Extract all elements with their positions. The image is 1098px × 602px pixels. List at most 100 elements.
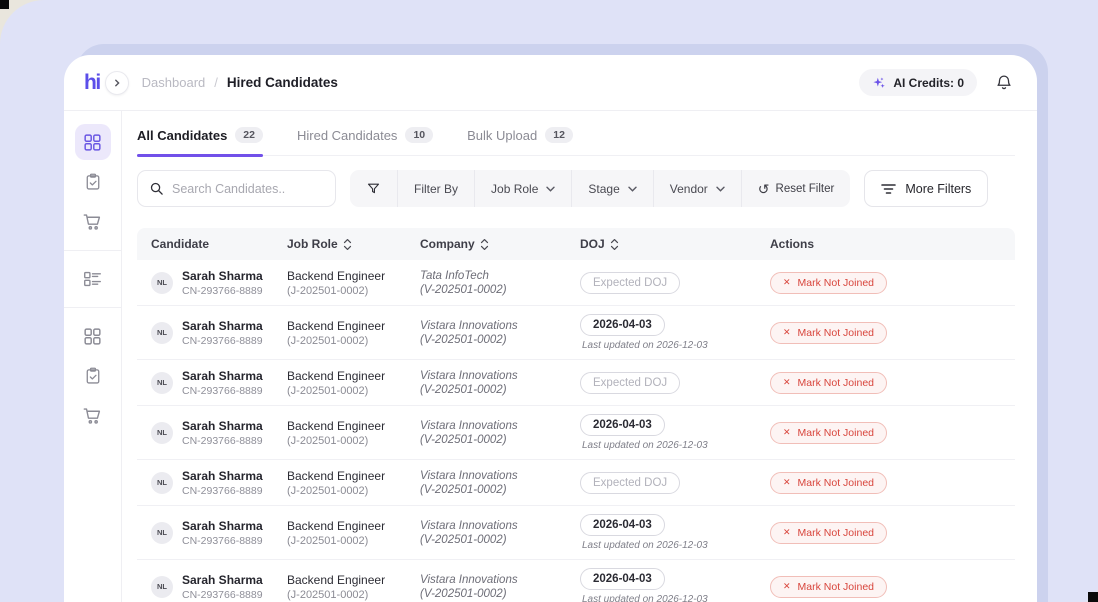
company-code: (V-202501-0002)	[420, 334, 580, 346]
tab-label: Hired Candidates	[297, 128, 397, 143]
avatar: NL	[151, 576, 173, 598]
vendor-dropdown[interactable]: Vendor	[654, 170, 742, 207]
filter-by-label: Filter By	[398, 170, 475, 207]
x-icon: ✕	[783, 428, 791, 437]
company-cell: Vistara Innovations (V-202501-0002)	[420, 370, 580, 396]
sidebar-item-cart-2[interactable]	[75, 398, 111, 434]
doj-cell: 2026-04-03 Last updated on 2026-12-03	[580, 514, 770, 551]
more-filters-button[interactable]: More Filters	[864, 170, 988, 207]
notifications-bell-icon[interactable]	[995, 73, 1013, 92]
role-title: Backend Engineer	[287, 573, 420, 587]
ai-credits-badge[interactable]: AI Credits: 0	[859, 69, 977, 96]
doj-pill[interactable]: Expected DOJ	[580, 372, 680, 394]
doj-pill[interactable]: Expected DOJ	[580, 272, 680, 294]
x-icon: ✕	[783, 582, 791, 591]
company-code: (V-202501-0002)	[420, 534, 580, 546]
mark-not-joined-label: Mark Not Joined	[798, 527, 874, 539]
candidate-name: Sarah Sharma	[182, 369, 263, 383]
table-body: NL Sarah Sharma CN-293766-8889 Backend E…	[137, 260, 1015, 602]
doj-pill[interactable]: 2026-04-03	[580, 514, 665, 536]
candidate-name: Sarah Sharma	[182, 319, 263, 333]
sidebar-item-cart[interactable]	[75, 204, 111, 240]
reset-filter-button[interactable]: ↺ Reset Filter	[742, 170, 851, 207]
candidate-id: CN-293766-8889	[182, 485, 263, 497]
mark-not-joined-label: Mark Not Joined	[798, 477, 874, 489]
search-box	[137, 170, 336, 207]
actions-cell: ✕ Mark Not Joined	[770, 272, 1015, 294]
actions-cell: ✕ Mark Not Joined	[770, 576, 1015, 598]
breadcrumb-dashboard[interactable]: Dashboard	[142, 75, 206, 90]
candidate-id: CN-293766-8889	[182, 435, 263, 447]
clipboard-check-icon	[84, 173, 102, 191]
mark-not-joined-button[interactable]: ✕ Mark Not Joined	[770, 472, 887, 494]
doj-last-updated: Last updated on 2026-12-03	[580, 594, 770, 602]
tab-label: All Candidates	[137, 128, 227, 143]
mark-not-joined-button[interactable]: ✕ Mark Not Joined	[770, 422, 887, 444]
avatar: NL	[151, 522, 173, 544]
tab-bulk-upload[interactable]: Bulk Upload 12	[467, 127, 573, 155]
doj-pill[interactable]: 2026-04-03	[580, 414, 665, 436]
job-role-dropdown[interactable]: Job Role	[475, 170, 572, 207]
sort-icon	[480, 238, 489, 251]
mark-not-joined-button[interactable]: ✕ Mark Not Joined	[770, 372, 887, 394]
role-title: Backend Engineer	[287, 469, 420, 483]
tab-label: Bulk Upload	[467, 128, 537, 143]
sidebar-item-grid-2[interactable]	[75, 318, 111, 354]
doj-pill[interactable]: 2026-04-03	[580, 568, 665, 590]
mark-not-joined-button[interactable]: ✕ Mark Not Joined	[770, 272, 887, 294]
doj-cell: 2026-04-03 Last updated on 2026-12-03	[580, 314, 770, 351]
job-role-cell: Backend Engineer (J-202501-0002)	[287, 519, 420, 547]
sidebar-item-tasks-2[interactable]	[75, 358, 111, 394]
clipboard-check-icon	[84, 367, 102, 385]
doj-cell: Expected DOJ	[580, 372, 770, 394]
stage-dropdown[interactable]: Stage	[572, 170, 653, 207]
actions-cell: ✕ Mark Not Joined	[770, 422, 1015, 444]
role-title: Backend Engineer	[287, 419, 420, 433]
search-input[interactable]	[172, 182, 324, 196]
mark-not-joined-label: Mark Not Joined	[798, 277, 874, 289]
job-role-cell: Backend Engineer (J-202501-0002)	[287, 469, 420, 497]
job-role-cell: Backend Engineer (J-202501-0002)	[287, 573, 420, 601]
sidebar-item-dashboard[interactable]	[75, 124, 111, 160]
header-company[interactable]: Company	[420, 237, 580, 251]
breadcrumb-current: Hired Candidates	[227, 75, 338, 90]
x-icon: ✕	[783, 328, 791, 337]
mark-not-joined-button[interactable]: ✕ Mark Not Joined	[770, 576, 887, 598]
candidate-id: CN-293766-8889	[182, 535, 263, 547]
role-title: Backend Engineer	[287, 369, 420, 383]
table-row: NL Sarah Sharma CN-293766-8889 Backend E…	[137, 560, 1015, 602]
sort-icon	[610, 238, 619, 251]
chevron-right-icon	[113, 79, 121, 87]
doj-pill[interactable]: 2026-04-03	[580, 314, 665, 336]
candidate-name: Sarah Sharma	[182, 469, 263, 483]
table-row: NL Sarah Sharma CN-293766-8889 Backend E…	[137, 260, 1015, 306]
screenshot-corner-artifact	[0, 0, 9, 9]
candidate-cell: NL Sarah Sharma CN-293766-8889	[137, 369, 287, 397]
company-cell: Vistara Innovations (V-202501-0002)	[420, 470, 580, 496]
header-doj[interactable]: DOJ	[580, 237, 770, 251]
mark-not-joined-button[interactable]: ✕ Mark Not Joined	[770, 522, 887, 544]
candidate-id: CN-293766-8889	[182, 335, 263, 347]
company-cell: Tata InfoTech (V-202501-0002)	[420, 270, 580, 296]
doj-cell: 2026-04-03 Last updated on 2026-12-03	[580, 568, 770, 602]
header-job-role[interactable]: Job Role	[287, 237, 420, 251]
filter-lines-icon	[881, 183, 896, 195]
list-details-icon	[83, 270, 102, 288]
sidebar-toggle-button[interactable]	[105, 71, 129, 95]
table-header-row: Candidate Job Role Company	[137, 228, 1015, 260]
tab-hired-candidates[interactable]: Hired Candidates 10	[297, 127, 433, 155]
candidate-cell: NL Sarah Sharma CN-293766-8889	[137, 519, 287, 547]
company-cell: Vistara Innovations (V-202501-0002)	[420, 520, 580, 546]
sidebar-item-candidates-list[interactable]	[75, 261, 111, 297]
tab-count-badge: 22	[235, 127, 263, 143]
role-code: (J-202501-0002)	[287, 385, 420, 397]
role-title: Backend Engineer	[287, 519, 420, 533]
sidebar-item-tasks[interactable]	[75, 164, 111, 200]
filter-bar: Filter By Job Role Stage	[350, 170, 850, 207]
mark-not-joined-button[interactable]: ✕ Mark Not Joined	[770, 322, 887, 344]
table-row: NL Sarah Sharma CN-293766-8889 Backend E…	[137, 360, 1015, 406]
grid-icon	[83, 327, 102, 346]
doj-pill[interactable]: Expected DOJ	[580, 472, 680, 494]
company-name: Vistara Innovations	[420, 420, 580, 432]
tab-all-candidates[interactable]: All Candidates 22	[137, 127, 263, 155]
